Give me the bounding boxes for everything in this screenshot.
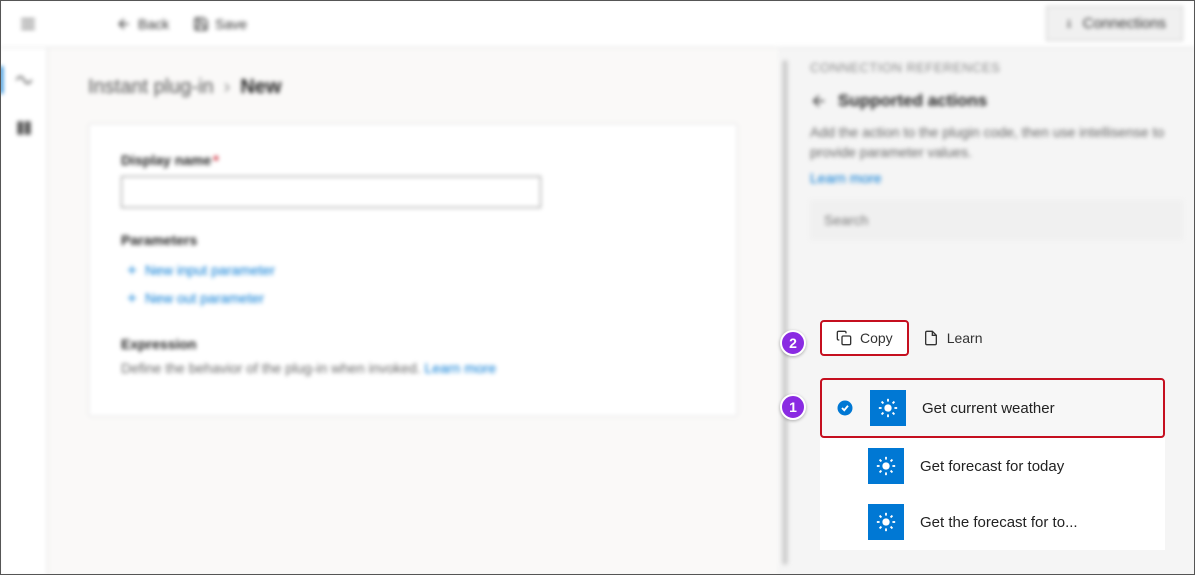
sidebar-item-layout[interactable] xyxy=(4,108,44,148)
save-button[interactable]: Save xyxy=(181,10,259,38)
copy-icon xyxy=(836,330,852,346)
expression-learn-more-link[interactable]: Learn more xyxy=(425,360,497,376)
sidebar xyxy=(0,48,48,575)
right-panel-title: CONNECTION REFERENCES xyxy=(810,60,1183,75)
weather-icon xyxy=(868,448,904,484)
action-item-get-current-weather[interactable]: Get current weather xyxy=(820,378,1165,438)
connections-label: Connections xyxy=(1083,15,1166,32)
document-icon xyxy=(923,330,939,346)
learn-button[interactable]: Learn xyxy=(923,330,983,346)
action-label: Get forecast for today xyxy=(920,458,1064,475)
learn-label: Learn xyxy=(947,330,983,346)
chevron-right-icon: › xyxy=(224,76,231,99)
supported-actions-header[interactable]: Supported actions xyxy=(810,91,1183,111)
parameters-label: Parameters xyxy=(121,232,705,248)
action-label: Get current weather xyxy=(922,400,1055,417)
back-label: Back xyxy=(138,16,169,32)
back-button[interactable]: Back xyxy=(104,10,181,38)
sidebar-item-plugin[interactable] xyxy=(4,60,44,100)
weather-icon xyxy=(870,390,906,426)
copy-button[interactable]: Copy xyxy=(820,320,909,356)
action-item-get-forecast-today[interactable]: Get forecast for today xyxy=(820,438,1165,494)
panel-divider[interactable] xyxy=(782,60,788,565)
hamburger-icon[interactable] xyxy=(12,8,44,40)
display-name-label: Display name* xyxy=(121,152,705,168)
breadcrumb-parent[interactable]: Instant plug-in xyxy=(88,76,214,99)
breadcrumb-current: New xyxy=(240,76,281,99)
topbar: Back Save Connections xyxy=(0,0,1195,48)
checkmark-icon xyxy=(836,399,854,417)
right-panel-description: Add the action to the plugin code, then … xyxy=(810,123,1183,162)
expression-description: Define the behavior of the plug-in when … xyxy=(121,360,705,376)
save-label: Save xyxy=(215,16,247,32)
expression-label: Expression xyxy=(121,336,705,352)
callout-2: 2 xyxy=(780,330,806,356)
new-input-parameter-button[interactable]: New input parameter xyxy=(121,256,705,284)
main-panel: Instant plug-in › New Display name* Para… xyxy=(48,48,778,575)
form-card: Display name* Parameters New input param… xyxy=(88,123,738,417)
breadcrumb: Instant plug-in › New xyxy=(88,76,738,99)
copy-label: Copy xyxy=(860,330,893,346)
action-list: Get current weather Get forecast for tod… xyxy=(820,378,1165,550)
right-learn-more-link[interactable]: Learn more xyxy=(810,170,1183,186)
search-input[interactable] xyxy=(810,200,1183,240)
arrow-left-icon xyxy=(810,92,828,110)
display-name-input[interactable] xyxy=(121,176,541,208)
new-out-parameter-button[interactable]: New out parameter xyxy=(121,284,705,312)
action-item-get-forecast-tomorrow[interactable]: Get the forecast for to... xyxy=(820,494,1165,550)
connections-button[interactable]: Connections xyxy=(1046,6,1183,41)
weather-icon xyxy=(868,504,904,540)
callout-1: 1 xyxy=(780,394,806,420)
action-label: Get the forecast for to... xyxy=(920,514,1078,531)
